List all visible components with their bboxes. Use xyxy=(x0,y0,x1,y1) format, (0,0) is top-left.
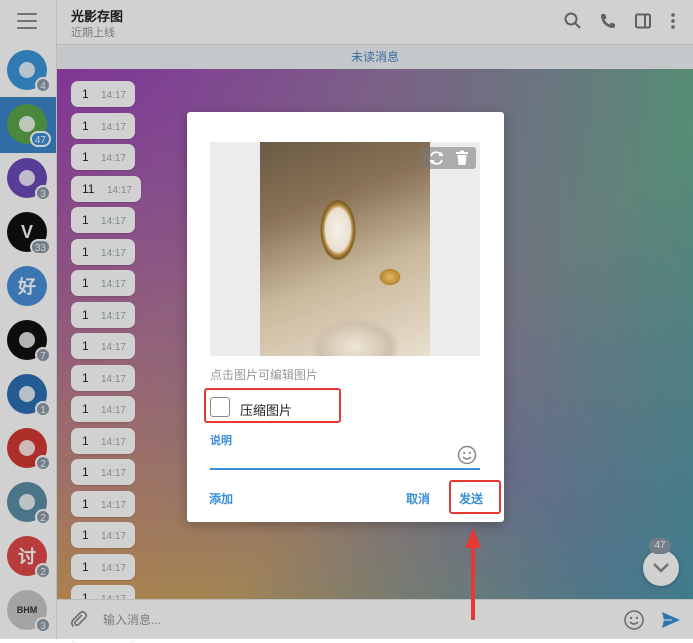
image-preview[interactable] xyxy=(210,142,480,356)
photo-thumbnail[interactable] xyxy=(260,142,430,356)
delete-icon[interactable] xyxy=(455,150,469,166)
caption-input[interactable] xyxy=(210,468,480,470)
send-button-highlight xyxy=(449,480,501,514)
cancel-button[interactable]: 取消 xyxy=(406,490,430,507)
caption-label: 说明 xyxy=(210,435,232,447)
caption-emoji-icon[interactable] xyxy=(457,445,477,465)
annotation-arrow xyxy=(465,528,481,620)
send-photo-dialog: 点击图片可编辑图片 压缩图片 说明 添加 取消 发送 xyxy=(187,112,504,522)
compress-option-highlight xyxy=(204,388,341,423)
edit-image-hint: 点击图片可编辑图片 xyxy=(210,368,319,382)
replace-image-icon[interactable] xyxy=(428,150,445,166)
add-button[interactable]: 添加 xyxy=(209,490,233,507)
photo-tools xyxy=(421,147,476,169)
